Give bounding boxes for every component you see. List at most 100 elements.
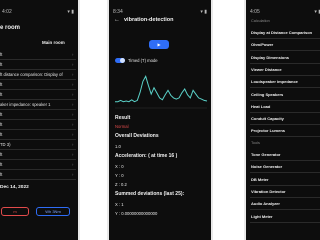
row-divider [0, 159, 76, 160]
chevron-right-icon[interactable]: › [72, 92, 73, 97]
status-icons: ▾ ▮ [67, 9, 74, 15]
phone-screen-menu: 4:05 ▾ ▮ Calculation Display at Distance… [244, 0, 320, 240]
setting-row-label[interactable]: ft [0, 162, 2, 167]
menu-item[interactable]: Ohm/Power [251, 42, 273, 47]
chevron-right-icon[interactable]: › [72, 172, 73, 177]
menu-divider [250, 99, 320, 101]
chevron-right-icon[interactable]: › [72, 62, 73, 67]
menu-item[interactable]: Conduit Capacity [251, 116, 284, 121]
page-title: vibration-detection [124, 17, 174, 23]
chevron-right-icon[interactable]: › [72, 122, 73, 127]
chevron-right-icon[interactable]: › [72, 152, 73, 157]
timed-mode-label: Timed (T) mode [128, 58, 158, 63]
status-bar: 8:34 ▾ ▮ [113, 9, 207, 17]
menu-divider [250, 160, 320, 161]
menu-item[interactable]: Tone Generator [251, 152, 281, 157]
phone-screen-vibration: 8:34 ▾ ▮ ← vibration-detection ▶ Timed (… [107, 0, 213, 240]
main-room-label[interactable]: Main room [42, 40, 65, 45]
setting-row-label[interactable]: ft [0, 172, 2, 177]
menu-item[interactable]: Noise Generator [251, 164, 282, 169]
setting-row-label[interactable]: TD 3) [0, 142, 10, 147]
menu-divider [250, 136, 320, 138]
setting-row-label[interactable]: ft [0, 112, 2, 117]
section-calculation: Calculation [251, 19, 270, 23]
delete-button[interactable]: m [1, 207, 29, 216]
back-arrow-icon[interactable]: ← [114, 17, 120, 23]
chevron-right-icon[interactable]: › [72, 132, 73, 137]
save-button-label: Wh 3Nm [45, 209, 61, 214]
setting-row-label[interactable]: ft [0, 62, 2, 67]
summed-x: X : 1 [115, 202, 124, 207]
chevron-right-icon[interactable]: › [72, 102, 73, 107]
summed-heading: Summed deviations (last 25): [115, 191, 185, 197]
status-time: 4:05 [250, 9, 260, 15]
row-divider [0, 139, 76, 140]
phone-screen-room: 4:02 ▾ ▮ e room Main room ft › ft › ft dista… [0, 0, 80, 240]
menu-item[interactable]: Ceiling Speakers [251, 92, 283, 97]
summed-y: Y : 0.00000000000000 [115, 211, 158, 216]
row-divider [0, 119, 76, 120]
setting-row-label[interactable]: ft [0, 122, 2, 127]
menu-item[interactable]: Light Meter [251, 214, 273, 219]
setting-row-label[interactable]: ft [0, 152, 2, 157]
menu-item[interactable]: Display at Distance Comparison [251, 30, 312, 35]
acceleration-heading: Acceleration: ( at time 16 ) [115, 153, 178, 159]
row-divider [0, 89, 76, 90]
overall-value: 1.0 [115, 144, 121, 149]
menu-item[interactable]: Projector Lumens [251, 128, 285, 133]
menu-item[interactable]: DB Meter [251, 177, 269, 182]
menu-divider [250, 87, 320, 89]
menu-divider [250, 221, 320, 223]
delete-button-label: m [13, 209, 17, 214]
status-time: 8:34 [113, 9, 123, 15]
accel-y: Y : 0 [115, 173, 124, 178]
chevron-right-icon[interactable]: › [72, 52, 73, 57]
result-heading: Result [115, 115, 131, 121]
timed-mode-toggle[interactable] [115, 58, 125, 63]
row-divider [0, 149, 76, 150]
setting-row-label[interactable]: ft [0, 82, 2, 87]
menu-item[interactable]: Display Dimensions [251, 55, 289, 60]
accel-x: X : 0 [115, 164, 124, 169]
menu-item[interactable]: Viewer Distance [251, 67, 282, 72]
setting-row-label[interactable]: ft [0, 132, 2, 137]
row-divider [0, 69, 76, 70]
setting-row-label[interactable]: ft [0, 92, 2, 97]
menu-divider [250, 196, 320, 198]
menu-divider [250, 184, 320, 186]
chevron-right-icon[interactable]: › [72, 112, 73, 117]
setting-row-label[interactable]: aker impedance: speaker 1 [0, 102, 51, 107]
menu-divider [250, 209, 320, 211]
setting-row-label[interactable]: ft distance comparison: Display of [0, 72, 63, 77]
toggle-knob [120, 58, 125, 63]
row-divider [0, 99, 76, 100]
menu-item[interactable]: Vibration Detector [251, 189, 286, 194]
save-button[interactable]: Wh 3Nm [36, 207, 70, 216]
row-divider [0, 59, 76, 60]
overall-heading: Overall Deviations [115, 133, 159, 139]
menu-item[interactable]: Audio Analyzer [251, 201, 280, 206]
status-bar: 4:02 ▾ ▮ [2, 9, 74, 17]
row-divider [0, 79, 76, 80]
accel-z: Z : 0.2 [115, 182, 127, 187]
page-title: e room [0, 25, 21, 31]
result-status: Normal [115, 124, 129, 129]
chevron-right-icon[interactable]: › [72, 72, 73, 77]
menu-divider [250, 74, 320, 76]
row-divider [0, 129, 76, 130]
chevron-right-icon[interactable]: › [72, 142, 73, 147]
row-divider [0, 179, 76, 180]
menu-divider [250, 124, 320, 126]
menu-divider [250, 111, 320, 113]
menu-item[interactable]: Heat Load [251, 104, 270, 109]
status-icons: ▾ ▮ [314, 9, 320, 15]
date-text: Dec 14, 2022 [0, 185, 29, 190]
start-button[interactable]: ▶ [149, 40, 169, 49]
play-icon: ▶ [157, 42, 161, 47]
chevron-right-icon[interactable]: › [72, 82, 73, 87]
chevron-right-icon[interactable]: › [72, 162, 73, 167]
menu-divider [250, 62, 320, 64]
menu-item[interactable]: Loudspeaker impedance [251, 79, 298, 84]
status-icons: ▾ ▮ [200, 9, 207, 15]
setting-row-label[interactable]: ft [0, 52, 2, 57]
